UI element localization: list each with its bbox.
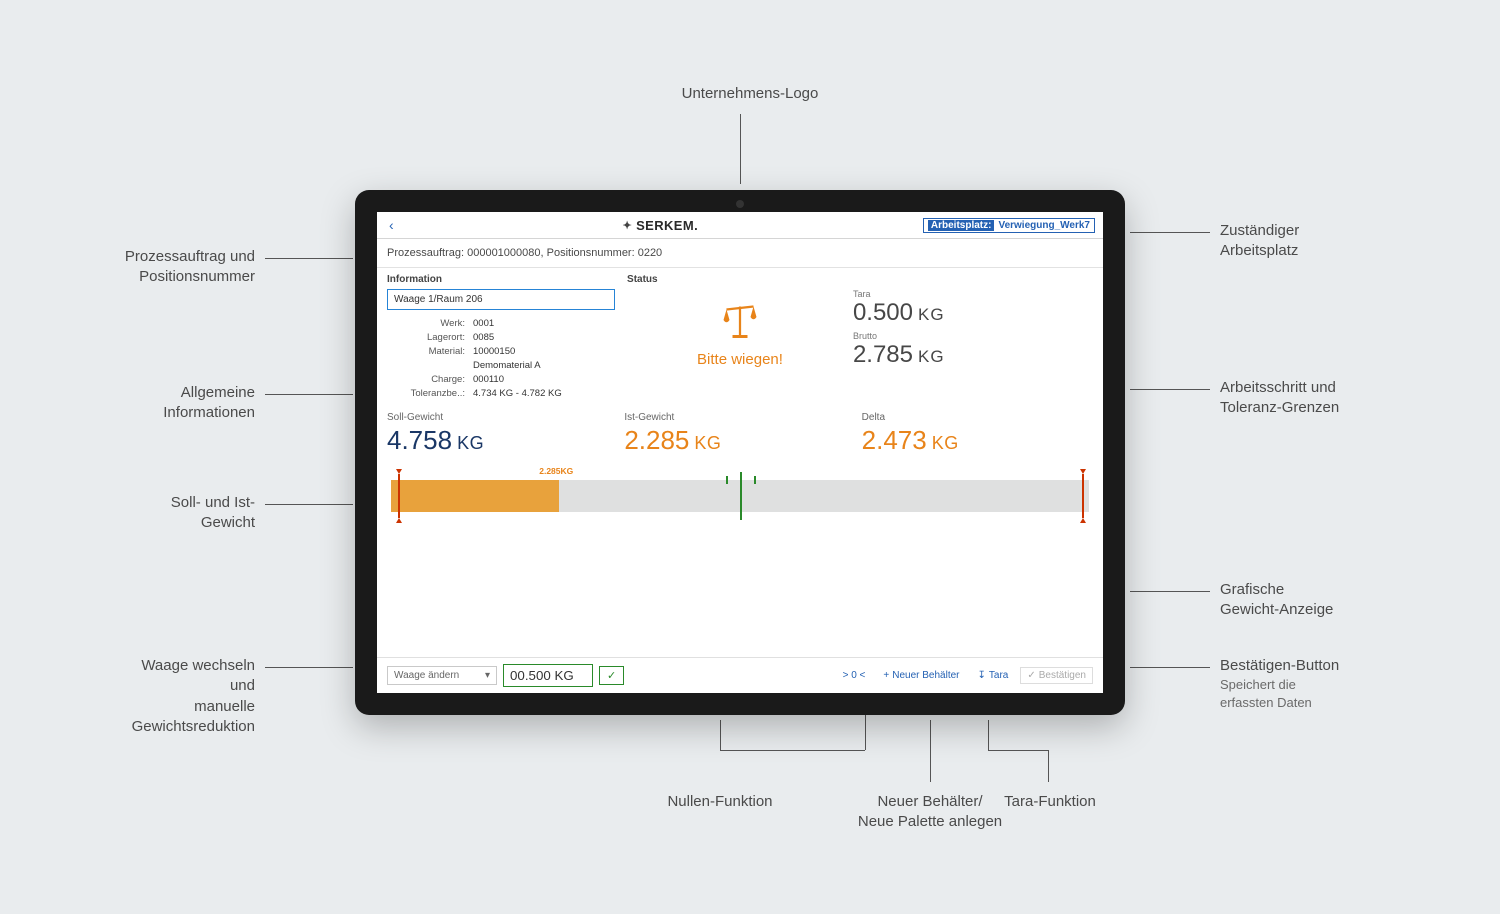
weight-input[interactable] [503,664,593,687]
footer-bar: Waage ändern ▾ ✓ > 0 < + Neuer Behälter … [377,657,1103,693]
chevron-down-icon: ▾ [485,670,490,681]
leader-line [1048,750,1049,782]
workplace-value: Verwiegung_Werk7 [998,220,1090,231]
progress-bar [391,480,1089,512]
leader-line [265,667,353,668]
status-text: Bitte wiegen! [697,351,783,368]
annotation-process: Prozessauftrag und Positionsnummer [55,247,255,288]
zero-button[interactable]: > 0 < [837,668,872,683]
kv-row: Charge:000110 [387,372,627,386]
new-container-button[interactable]: + Neuer Behälter [877,668,965,683]
back-button[interactable]: ‹ [385,217,398,233]
workplace-badge[interactable]: Arbeitsplatz: Verwiegung_Werk7 [923,218,1095,233]
leader-line [930,720,931,782]
brutto-label: Brutto [853,331,1093,341]
scale-icon [716,299,764,347]
annotation-weights: Soll- und Ist- Gewicht [55,493,255,534]
tara-unit: KG [918,305,945,325]
process-order-line: Prozessauftrag: 000001000080, Positionsn… [377,239,1103,268]
confirm-input-button[interactable]: ✓ [599,666,624,685]
dropdown-label: Waage ändern [394,670,459,681]
annotation-null: Nullen-Funktion [640,792,800,812]
leader-line [740,114,741,184]
leader-line [720,720,721,750]
leader-line [1130,591,1210,592]
tara-value: 0.500 [853,299,913,327]
logo-text: SERKEM. [636,218,698,233]
check-icon: ✓ [1027,670,1035,681]
kv-row: Toleranzbe..:4.734 KG - 4.782 KG [387,386,627,400]
annotation-confirm-title: Bestätigen-Button [1220,656,1339,676]
leader-line [988,750,1048,751]
tablet-frame: ‹ ✦ SERKEM. Arbeitsplatz: Verwiegung_Wer… [355,190,1125,715]
tara-button[interactable]: ↧ Tara [972,668,1015,683]
annotation-tolerance: Arbeitsschritt und Toleranz-Grenzen [1220,378,1339,419]
annotation-confirm: Bestätigen-Button Speichert die erfasste… [1220,656,1339,711]
annotation-logo: Unternehmens-Logo [0,84,1500,104]
info-status-row: Werk:0001 Lagerort:0085 Material:1000015… [377,287,1103,406]
leader-line [1130,389,1210,390]
leader-line [1130,667,1210,668]
change-scale-dropdown[interactable]: Waage ändern ▾ [387,666,497,685]
tara-brutto-column: Tara 0.500KG Brutto 2.785KG [853,289,1093,400]
annotation-workplace: Zuständiger Arbeitsplatz [1220,221,1299,262]
status-column: Bitte wiegen! [627,289,853,400]
progress-current-label: 2.285KG [539,466,573,476]
kv-row: Material:10000150 [387,344,627,358]
app-screen: ‹ ✦ SERKEM. Arbeitsplatz: Verwiegung_Wer… [377,212,1103,693]
big-numbers-row: Soll-Gewicht 4.758KG Ist-Gewicht 2.285KG… [377,406,1103,460]
annotation-tara: Tara-Funktion [970,792,1130,812]
kv-row: Lagerort:0085 [387,330,627,344]
annotation-scale-change: Waage wechseln und manuelle Gewichtsredu… [55,656,255,737]
column-headers: Information Status [377,268,1103,287]
soll-weight: Soll-Gewicht 4.758KG [387,412,618,456]
confirm-button[interactable]: ✓ Bestätigen [1020,667,1093,684]
workplace-label: Arbeitsplatz: [928,220,995,231]
annotation-info: Allgemeine Informationen [55,383,255,424]
ist-weight: Ist-Gewicht 2.285KG [624,412,855,456]
tara-label: Tara [853,289,1093,299]
top-bar: ‹ ✦ SERKEM. Arbeitsplatz: Verwiegung_Wer… [377,212,1103,239]
kv-row: Werk:0001 [387,316,627,330]
scale-select-input[interactable] [387,289,615,310]
leader-line [720,750,865,751]
tara-measure: Tara 0.500KG [853,289,1093,327]
brutto-value: 2.785 [853,341,913,369]
leader-line [265,504,353,505]
plus-icon: + [883,670,889,681]
col-information: Information [387,274,627,285]
leader-line [265,258,353,259]
leader-line [1130,232,1210,233]
annotation-graph: Grafische Gewicht-Anzeige [1220,580,1333,621]
delta-weight: Delta 2.473KG [862,412,1093,456]
download-icon: ↧ [978,670,986,681]
progress-fill [391,480,559,512]
brutto-unit: KG [918,347,945,367]
progress-chart: 2.285KG [377,460,1103,522]
leader-line [265,394,353,395]
company-logo: ✦ SERKEM. [622,218,698,233]
annotation-confirm-sub: Speichert die erfassten Daten [1220,676,1339,711]
leader-line [988,720,989,750]
kv-row: Demomaterial A [387,358,627,372]
logo-icon: ✦ [622,219,632,232]
info-column: Werk:0001 Lagerort:0085 Material:1000015… [387,289,627,400]
brutto-measure: Brutto 2.785KG [853,331,1093,369]
col-status: Status [627,274,909,285]
